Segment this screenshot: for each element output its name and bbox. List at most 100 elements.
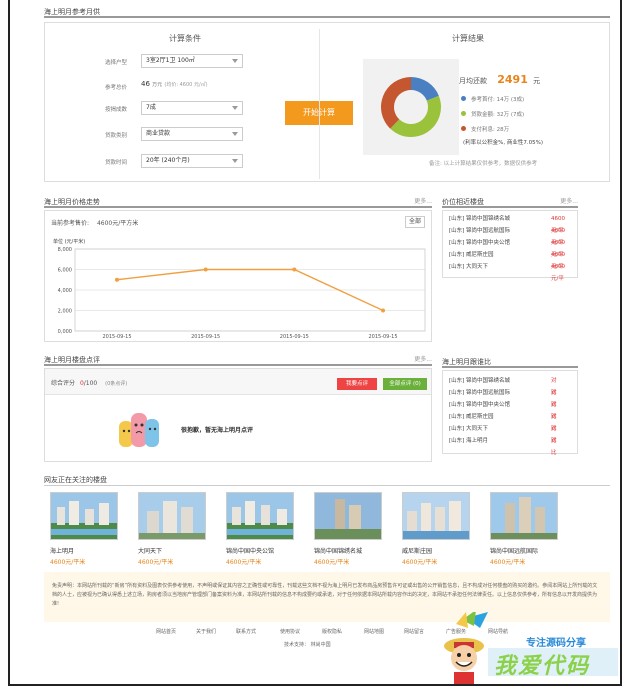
score-count: (0条点评)	[105, 381, 128, 387]
property-price: 4600元/平米	[226, 559, 262, 566]
nearby-row[interactable]: [山东] 锦尚中国中央公馆 4600元/平	[449, 237, 565, 258]
compare-link[interactable]: 对比	[551, 435, 557, 459]
compare-row: [山东] 海上明月 对比	[449, 435, 557, 456]
compare-name[interactable]: [山东] 锦尚中国锦绣名城	[449, 378, 510, 384]
legend-loan: 贷款金额: 32万 (7成)	[471, 112, 525, 118]
nearby-name[interactable]: [山东] 大同天下	[449, 264, 488, 270]
property-name[interactable]: 锦尚中国中央公馆	[226, 546, 274, 555]
donut-slice	[390, 95, 441, 137]
property-photo[interactable]	[138, 492, 206, 540]
loan-type-select[interactable]: 商业贷款	[141, 127, 243, 141]
nearby-row[interactable]: [山东] 威尼斯庄园 4600元/平	[449, 249, 565, 270]
reviews-more-link[interactable]: 更多...	[414, 354, 432, 366]
property-photo[interactable]	[314, 492, 382, 540]
donut-slice	[411, 77, 439, 101]
property-photo[interactable]	[226, 492, 294, 540]
compare-name[interactable]: [山东] 锦尚中国远航国际	[449, 390, 510, 396]
all-reviews-button[interactable]: 全部点评 (0)	[383, 378, 427, 390]
footer-link[interactable]: 网站首页	[156, 628, 176, 635]
nearby-name[interactable]: [山东] 威尼斯庄园	[449, 252, 494, 258]
data-point	[292, 267, 297, 272]
footer-link[interactable]: 关于我们	[196, 628, 216, 635]
chevron-down-icon	[232, 106, 238, 110]
current-price: 当前参考售价: 4600元/平方米	[51, 218, 138, 227]
current-price-value: 4600元/平方米	[96, 220, 139, 227]
compare-row: [山东] 锦尚中国锦绣名城 对比	[449, 375, 557, 396]
x-tick-label: 2015-09-15	[368, 334, 397, 340]
field-label-loan-term: 贷款时间	[105, 160, 128, 166]
donut-chart	[381, 77, 441, 137]
footer-link[interactable]: 网站留言	[404, 628, 424, 635]
y-tick-label: 0,000	[58, 329, 72, 335]
compare-name[interactable]: [山东] 大同天下	[449, 426, 488, 432]
layout-select-value: 3室2厅1卫 100㎡	[146, 57, 195, 64]
write-review-button[interactable]: 我要点评	[337, 378, 377, 390]
total-price-unit: 万元	[152, 82, 163, 88]
legend-dot-downpayment	[461, 96, 466, 101]
result-title: 计算结果	[452, 34, 484, 43]
property-name[interactable]: 锦尚中国锦绣名城	[314, 546, 362, 555]
nearby-row[interactable]: [山东] 锦尚中国远航国际 4600元/平	[449, 225, 565, 246]
footer-link[interactable]: 版权隐私	[322, 628, 342, 635]
compare-section-header: 海上明月跟谁比	[442, 356, 578, 368]
property-price: 4600元/平米	[490, 559, 526, 566]
all-button[interactable]: 全部	[405, 216, 425, 228]
x-tick-label: 2015-09-15	[102, 334, 131, 340]
x-tick-label: 2015-09-15	[191, 334, 220, 340]
field-label-loan-type: 贷款类别	[105, 133, 128, 139]
y-tick-label: 2,000	[58, 309, 72, 315]
trend-more-link[interactable]: 更多...	[414, 196, 432, 208]
x-tick-label: 2015-09-15	[280, 334, 309, 340]
property-price: 4600元/平米	[402, 559, 438, 566]
compare-name[interactable]: [山东] 锦尚中国中央公馆	[449, 402, 510, 408]
total-price: 46 万元 (均价: 4600 元/㎡)	[141, 80, 208, 88]
loan-term-select[interactable]: 20年 (240个月)	[141, 154, 243, 168]
property-name[interactable]: 大同天下	[138, 546, 162, 555]
ratio-select[interactable]: 7成	[141, 101, 243, 115]
layout-select[interactable]: 3室2厅1卫 100㎡	[141, 54, 243, 68]
property-name[interactable]: 锦尚中国远航国际	[490, 546, 538, 555]
watermark-line1: 专注源码分享	[526, 638, 586, 649]
property-photo[interactable]	[402, 492, 470, 540]
cond-title: 计算条件	[169, 34, 201, 43]
nearby-name[interactable]: [山东] 锦尚中国锦绣名城	[449, 216, 510, 222]
footer-link[interactable]: 网站地图	[364, 628, 384, 635]
footer-link[interactable]: 使用协议	[280, 628, 300, 635]
watching-title: 网友正在关注的楼盘	[44, 476, 107, 484]
nearby-more-link[interactable]: 更多...	[560, 196, 578, 208]
calc-section-header: 海上明月参考月供	[44, 6, 610, 18]
compare-name[interactable]: [山东] 威尼斯庄园	[449, 414, 494, 420]
property-name[interactable]: 海上明月	[50, 546, 74, 555]
footer-link[interactable]: 联系方式	[236, 628, 256, 635]
donut-slice	[381, 77, 411, 129]
chevron-down-icon	[232, 59, 238, 63]
watermark-line2: 我爱代码	[494, 653, 591, 679]
data-point	[381, 308, 385, 313]
legend-interest: 支付利息: 28万	[471, 127, 510, 133]
nearby-name[interactable]: [山东] 锦尚中国中央公馆	[449, 240, 510, 246]
compare-row: [山东] 锦尚中国中央公馆 对比	[449, 399, 557, 420]
legend-downpayment: 参考首付: 14万 (3成)	[471, 97, 525, 103]
sad-mascot-icon	[119, 413, 159, 447]
nearby-name[interactable]: [山东] 锦尚中国远航国际	[449, 228, 510, 234]
score: 综合评分 0/100 (0条点评)	[51, 378, 127, 387]
mascot-logo-icon	[444, 612, 488, 684]
compare-panel: [山东] 锦尚中国锦绣名城 对比 [山东] 锦尚中国远航国际对比 [山东] 锦尚中…	[442, 370, 578, 456]
nearby-row[interactable]: [山东] 大同天下 4600元/平	[449, 261, 565, 282]
calc-section-title: 海上明月参考月供	[44, 8, 100, 16]
trend-section-header: 海上明月价格走势 更多...	[44, 196, 432, 208]
compare-row: [山东] 大同天下 对比	[449, 423, 557, 444]
current-price-label: 当前参考售价:	[51, 220, 90, 227]
property-price: 4600元/平米	[314, 559, 350, 566]
property-photo[interactable]	[50, 492, 118, 540]
y-tick-label: 8,000	[58, 247, 72, 253]
compare-name[interactable]: [山东] 海上明月	[449, 438, 488, 444]
property-photo[interactable]	[490, 492, 558, 540]
nearby-row[interactable]: [山东] 锦尚中国锦绣名城 4600元/平	[449, 213, 565, 234]
field-label-total: 参考总价	[105, 85, 128, 91]
nearby-price: 4600元/平	[551, 264, 565, 282]
calc-panel: 计算条件 选择户型 3室2厅1卫 100㎡ 参考总价 46 万元 (均价: 46…	[44, 22, 610, 182]
reviews-section-header: 海上明月楼盘点评 更多...	[44, 354, 432, 366]
property-price: 4600元/平米	[138, 559, 174, 566]
property-name[interactable]: 威尼斯庄园	[402, 546, 432, 555]
